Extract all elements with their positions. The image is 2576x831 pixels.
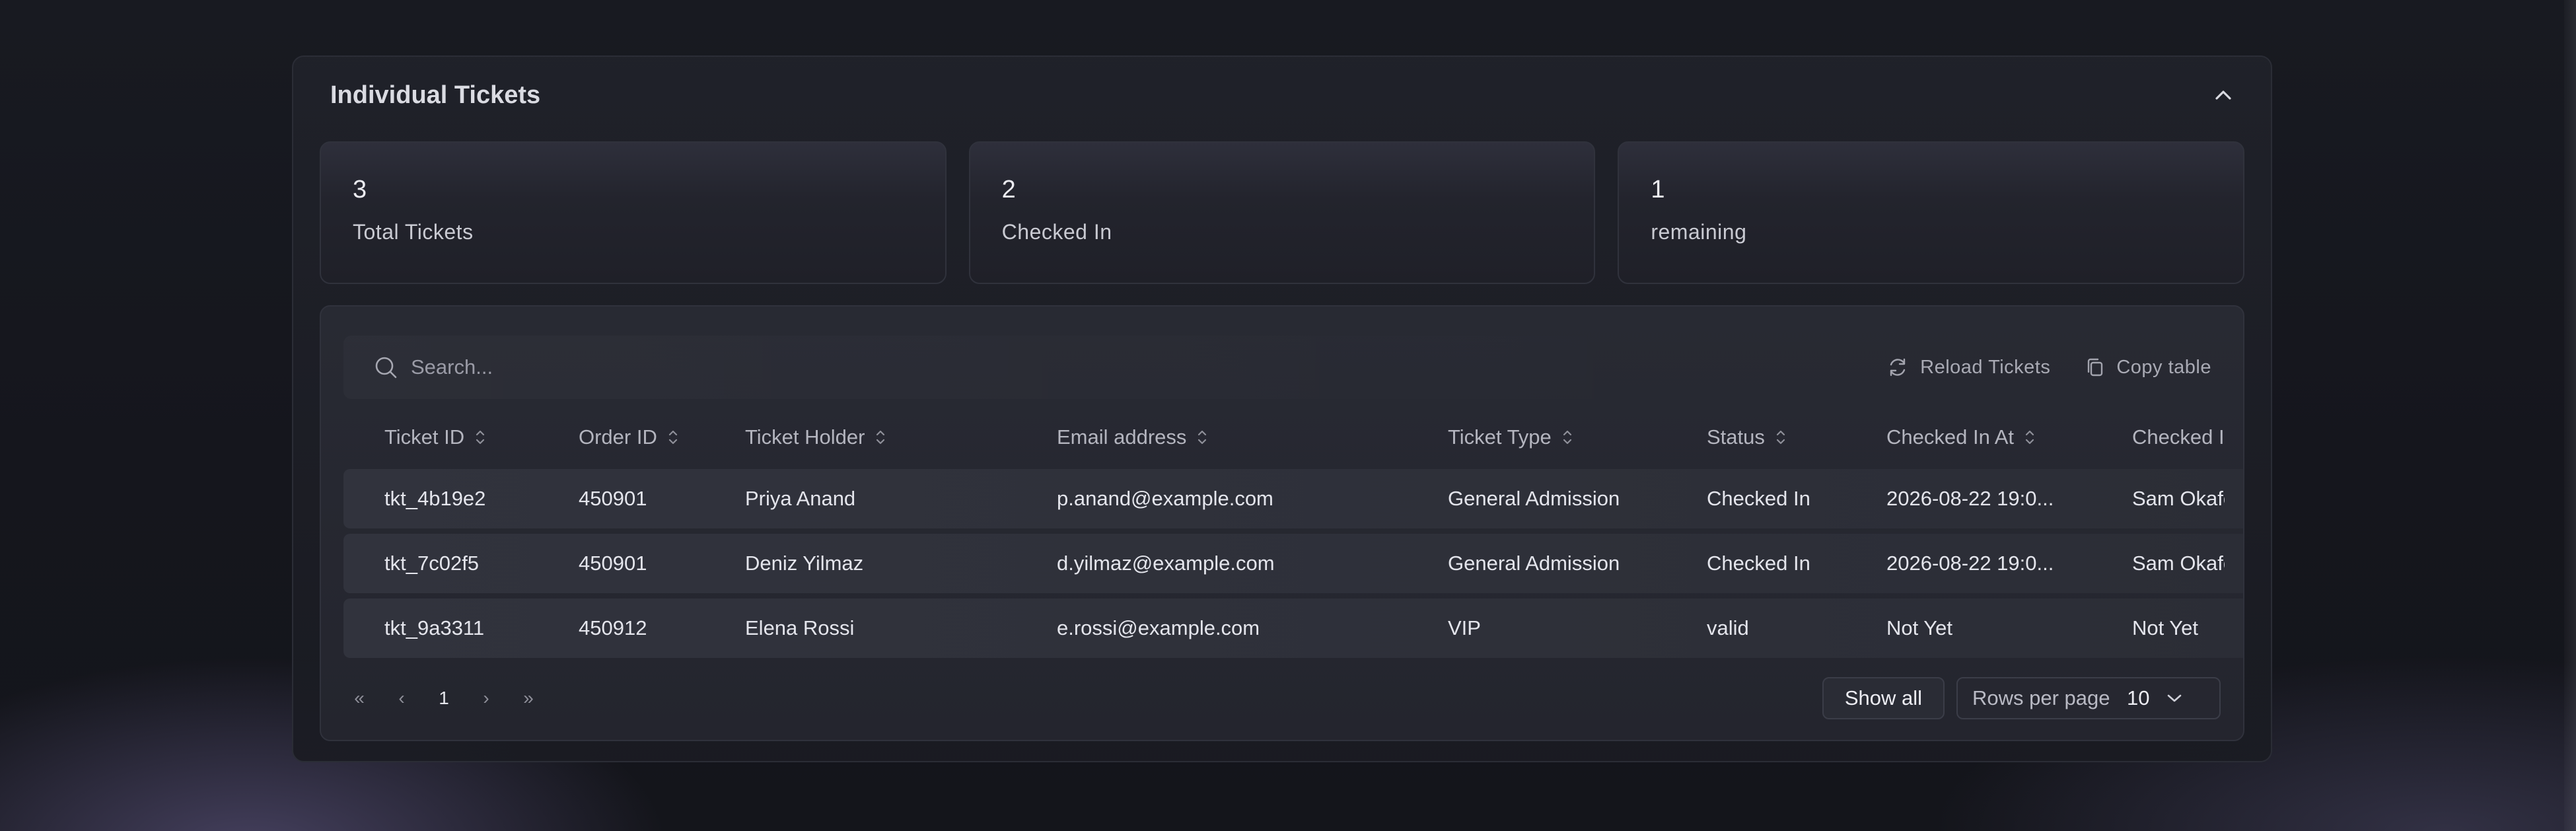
table-row[interactable]: tkt_4b19e2 450901 Priya Anand p.anand@ex… xyxy=(343,469,2243,528)
cell-email: e.rossi@example.com xyxy=(1057,616,1260,639)
page-scrollbar xyxy=(2564,0,2576,831)
table-row[interactable]: tkt_9a3311 450912 Elena Rossi e.rossi@ex… xyxy=(343,598,2243,658)
cell-order-id: 450901 xyxy=(579,552,647,575)
cell-checked-in-at: Not Yet xyxy=(1886,616,1952,639)
stat-label: remaining xyxy=(1651,220,1747,244)
cell-ticket-type: VIP xyxy=(1448,616,1481,639)
sort-icon xyxy=(668,430,677,445)
reload-tickets-button[interactable]: Reload Tickets xyxy=(1887,357,2050,379)
column-header-label: Ticket Type xyxy=(1448,425,1552,449)
copy-table-button[interactable]: Copy table xyxy=(2086,357,2211,379)
cell-ticket-id: tkt_9a3311 xyxy=(384,616,485,639)
cell-status: Checked In xyxy=(1707,552,1810,575)
cell-ticket-id: tkt_7c02f5 xyxy=(384,552,480,575)
table-footer: « ‹ 1 › » Show all Rows per page 10 xyxy=(343,676,2221,720)
reload-tickets-label: Reload Tickets xyxy=(1920,356,2051,378)
show-all-button[interactable]: Show all xyxy=(1822,677,1945,719)
stat-remaining: 1 remaining xyxy=(1618,141,2245,284)
cell-checked-in-at: 2026-08-22 19:0... xyxy=(1886,487,2054,510)
cell-checked-in-by: Sam Okafo xyxy=(2132,487,2225,510)
sort-icon xyxy=(1563,430,1571,445)
refresh-icon xyxy=(1890,358,1906,377)
tickets-table: Ticket ID Order ID Ticket Holder Email a… xyxy=(343,406,2243,663)
cell-ticket-type: General Admission xyxy=(1448,487,1620,510)
cell-order-id: 450912 xyxy=(579,616,647,639)
column-header-ticket-holder[interactable]: Ticket Holder xyxy=(745,406,886,469)
cell-order-id: 450901 xyxy=(579,487,647,510)
column-header-label: Checked I xyxy=(2132,425,2225,449)
column-header-label: Email address xyxy=(1057,425,1187,449)
cell-checked-in-by: Sam Okafo xyxy=(2132,552,2225,575)
column-header-order-id[interactable]: Order ID xyxy=(579,406,678,469)
column-header-email-address[interactable]: Email address xyxy=(1057,406,1207,469)
chevron-up-icon xyxy=(2215,90,2231,100)
column-header-status[interactable]: Status xyxy=(1707,406,1786,469)
panel-header[interactable]: Individual Tickets xyxy=(293,57,2271,133)
rows-per-page-value: 10 xyxy=(2127,686,2150,709)
stats-row: 3 Total Tickets 2 Checked In 1 remaining xyxy=(320,141,2245,284)
panel-title: Individual Tickets xyxy=(330,81,541,109)
first-page-button[interactable]: « xyxy=(351,688,367,709)
column-header-ticket-type[interactable]: Ticket Type xyxy=(1448,406,1573,469)
column-header-label: Order ID xyxy=(579,425,657,449)
table-row[interactable]: tkt_7c02f5 450901 Deniz Yilmaz d.yilmaz@… xyxy=(343,534,2243,593)
column-header-label: Ticket Holder xyxy=(745,425,865,449)
column-header-checked-in-by[interactable]: Checked I xyxy=(2132,406,2225,469)
rows-per-page-label: Rows per page xyxy=(1972,686,2110,709)
cell-ticket-type: General Admission xyxy=(1448,552,1620,575)
stat-label: Checked In xyxy=(1001,220,1112,244)
pagination: « ‹ 1 › » xyxy=(343,688,536,709)
cell-ticket-holder: Priya Anand xyxy=(745,487,856,510)
column-header-label: Checked In At xyxy=(1886,425,2015,449)
copy-icon xyxy=(2088,358,2103,377)
cell-ticket-id: tkt_4b19e2 xyxy=(384,487,486,510)
collapse-button[interactable] xyxy=(2209,81,2238,110)
stat-value: 1 xyxy=(1651,176,1665,203)
sort-icon xyxy=(1776,430,1785,445)
cell-checked-in-by: Not Yet xyxy=(2132,616,2198,639)
search-icon xyxy=(375,357,397,379)
stat-total-tickets: 3 Total Tickets xyxy=(320,141,947,284)
column-header-label: Ticket ID xyxy=(384,425,465,449)
table-toolbar: Reload Tickets Copy table xyxy=(343,336,2221,399)
tickets-table-card: Reload Tickets Copy table Ticket ID xyxy=(320,305,2244,741)
stat-checked-in: 2 Checked In xyxy=(968,141,1596,284)
rows-per-page-select[interactable]: Rows per page 10 xyxy=(1956,677,2221,719)
next-page-button[interactable]: › xyxy=(478,688,494,709)
last-page-button[interactable]: » xyxy=(520,688,536,709)
sort-icon xyxy=(476,430,485,445)
stat-value: 3 xyxy=(353,176,367,203)
chevron-down-icon xyxy=(2167,694,2182,702)
previous-page-button[interactable]: ‹ xyxy=(394,688,410,709)
individual-tickets-panel: Individual Tickets 3 Total Tickets 2 Che… xyxy=(292,55,2272,762)
column-header-label: Status xyxy=(1707,425,1765,449)
cell-checked-in-at: 2026-08-22 19:0... xyxy=(1886,552,2054,575)
sort-icon xyxy=(2025,430,2034,445)
toolbar-actions: Reload Tickets Copy table xyxy=(1887,357,2221,379)
stat-value: 2 xyxy=(1001,176,1016,203)
cell-status: valid xyxy=(1707,616,1749,639)
column-header-ticket-id[interactable]: Ticket ID xyxy=(384,406,485,469)
stat-label: Total Tickets xyxy=(353,220,474,244)
current-page[interactable]: 1 xyxy=(436,688,452,709)
table-header: Ticket ID Order ID Ticket Holder Email a… xyxy=(343,406,2243,469)
cell-ticket-holder: Elena Rossi xyxy=(745,616,855,639)
footer-controls: Show all Rows per page 10 xyxy=(1822,677,2221,719)
search-input[interactable] xyxy=(411,355,1666,379)
search-box[interactable] xyxy=(343,336,1731,399)
sort-icon xyxy=(877,430,885,445)
copy-table-label: Copy table xyxy=(2116,356,2211,378)
cell-email: p.anand@example.com xyxy=(1057,487,1273,510)
cell-status: Checked In xyxy=(1707,487,1810,510)
sort-icon xyxy=(1198,430,1207,445)
cell-email: d.yilmaz@example.com xyxy=(1057,552,1275,575)
column-header-checked-in-at[interactable]: Checked In At xyxy=(1886,406,2035,469)
cell-ticket-holder: Deniz Yilmaz xyxy=(745,552,864,575)
